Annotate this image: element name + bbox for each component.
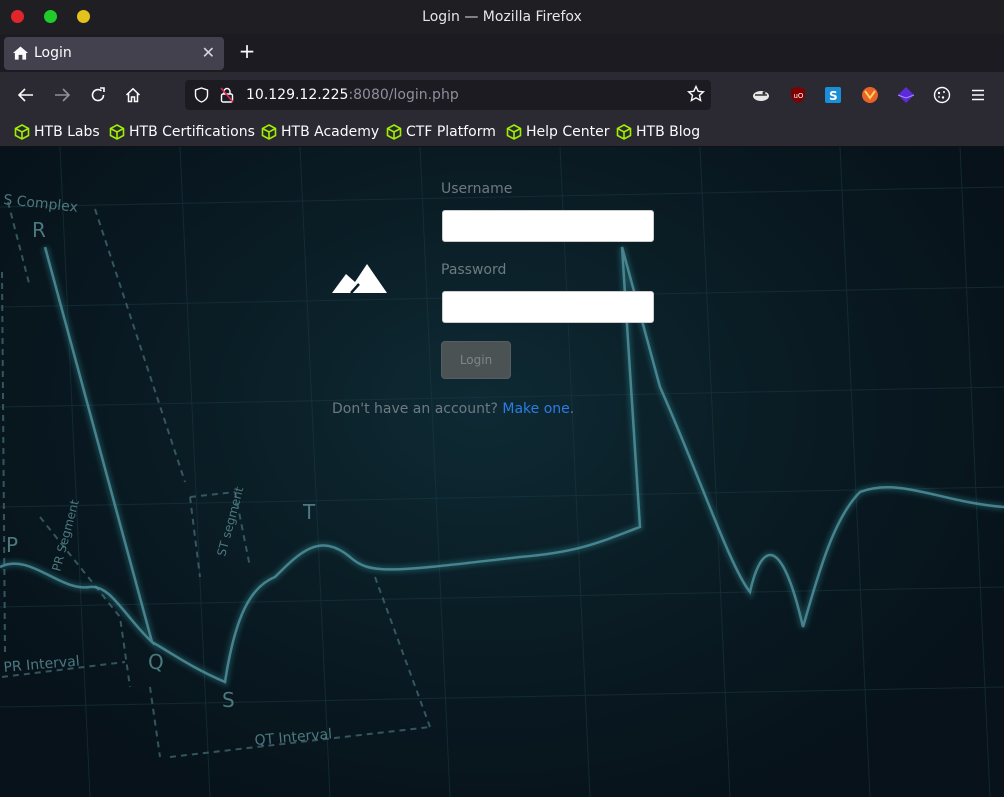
bookmark-help-center[interactable]: Help Center bbox=[506, 122, 610, 142]
bookmark-label: HTB Blog bbox=[636, 124, 701, 140]
bookmark-htb-labs[interactable]: HTB Labs bbox=[14, 122, 100, 142]
bookmark-ctf-platform[interactable]: CTF Platform bbox=[386, 122, 496, 142]
signup-text: Don't have an account? bbox=[332, 401, 498, 417]
reload-button[interactable] bbox=[83, 80, 113, 110]
signup-suffix: . bbox=[569, 401, 575, 417]
extension-cube-icon[interactable] bbox=[897, 86, 915, 104]
ecg-label-qt-interval: QT Interval bbox=[254, 726, 333, 749]
url-text[interactable]: 10.129.12.225:8080/login.php bbox=[246, 87, 459, 103]
reload-icon bbox=[91, 87, 105, 102]
password-input[interactable] bbox=[442, 291, 654, 323]
ecg-label-st-segment: ST segment bbox=[214, 485, 246, 558]
ecg-label-pr-interval: PR Interval bbox=[3, 653, 80, 676]
ecg-label-s: S bbox=[222, 688, 235, 712]
svg-text:uO: uO bbox=[794, 92, 804, 100]
cookie-icon[interactable] bbox=[933, 86, 951, 104]
bookmark-label: Help Center bbox=[526, 124, 610, 140]
password-label: Password bbox=[441, 262, 507, 278]
htb-cube-icon bbox=[506, 124, 522, 140]
home-button[interactable] bbox=[118, 80, 148, 110]
signup-prompt: Don't have an account? Make one. bbox=[332, 401, 574, 417]
ecg-label-p: P bbox=[6, 533, 18, 557]
window-title: Login — Mozilla Firefox bbox=[422, 9, 582, 25]
login-button[interactable]: Login bbox=[441, 341, 511, 379]
navigation-toolbar: 10.129.12.225:8080/login.php uO S bbox=[0, 72, 1004, 118]
username-input[interactable] bbox=[442, 210, 654, 242]
insecure-lock-icon[interactable] bbox=[220, 87, 234, 103]
bookmark-htb-blog[interactable]: HTB Blog bbox=[616, 122, 700, 142]
svg-text:S: S bbox=[829, 89, 838, 103]
tab-label: Login bbox=[34, 45, 72, 61]
htb-cube-icon bbox=[14, 124, 30, 140]
page-content: S Complex R P Q S T PR Segment ST segmen… bbox=[0, 147, 1004, 797]
username-label: Username bbox=[441, 181, 513, 197]
ecg-label-t: T bbox=[302, 500, 316, 524]
ecg-background-image: S Complex R P Q S T PR Segment ST segmen… bbox=[0, 147, 1004, 797]
home-icon bbox=[13, 46, 28, 60]
arrow-right-icon bbox=[55, 88, 70, 102]
bookmark-label: HTB Certifications bbox=[129, 124, 255, 140]
home-outline-icon bbox=[125, 87, 141, 103]
extension-s-icon[interactable]: S bbox=[824, 86, 842, 104]
shield-icon[interactable] bbox=[194, 87, 209, 103]
htb-cube-icon bbox=[616, 124, 632, 140]
back-button[interactable] bbox=[11, 80, 41, 110]
ublock-origin-icon[interactable]: uO bbox=[789, 86, 807, 104]
mountain-logo-icon bbox=[332, 264, 387, 294]
forward-button[interactable] bbox=[47, 80, 77, 110]
tab-login[interactable]: Login ✕ bbox=[4, 37, 224, 70]
ecg-label-q: Q bbox=[148, 650, 164, 674]
htb-cube-icon bbox=[261, 124, 277, 140]
ecg-label-complex: S Complex bbox=[3, 192, 79, 216]
htb-cube-icon bbox=[109, 124, 125, 140]
bookmark-label: CTF Platform bbox=[406, 124, 496, 140]
htb-cube-icon bbox=[386, 124, 402, 140]
arrow-left-icon bbox=[18, 88, 33, 102]
new-tab-button[interactable]: + bbox=[236, 38, 258, 64]
extension-fox-icon[interactable] bbox=[861, 86, 879, 104]
bookmark-label: HTB Labs bbox=[34, 124, 100, 140]
bookmark-htb-academy[interactable]: HTB Academy bbox=[261, 122, 379, 142]
ecg-grid bbox=[0, 147, 1004, 797]
window-titlebar: Login — Mozilla Firefox bbox=[0, 0, 1004, 34]
bookmark-star-icon[interactable] bbox=[687, 85, 705, 103]
bookmarks-toolbar: HTB Labs HTB Certifications HTB Academy … bbox=[0, 118, 1004, 147]
close-tab-icon[interactable]: ✕ bbox=[202, 43, 215, 62]
address-bar[interactable]: 10.129.12.225:8080/login.php bbox=[185, 80, 711, 110]
ecg-label-r: R bbox=[32, 218, 46, 242]
extension-foxy-icon[interactable] bbox=[752, 86, 770, 104]
bookmark-htb-certifications[interactable]: HTB Certifications bbox=[109, 122, 255, 142]
signup-link[interactable]: Make one bbox=[502, 401, 569, 417]
bookmark-label: HTB Academy bbox=[281, 124, 380, 140]
tab-strip: Login ✕ + bbox=[0, 34, 1004, 72]
hamburger-menu-icon[interactable] bbox=[969, 86, 987, 104]
